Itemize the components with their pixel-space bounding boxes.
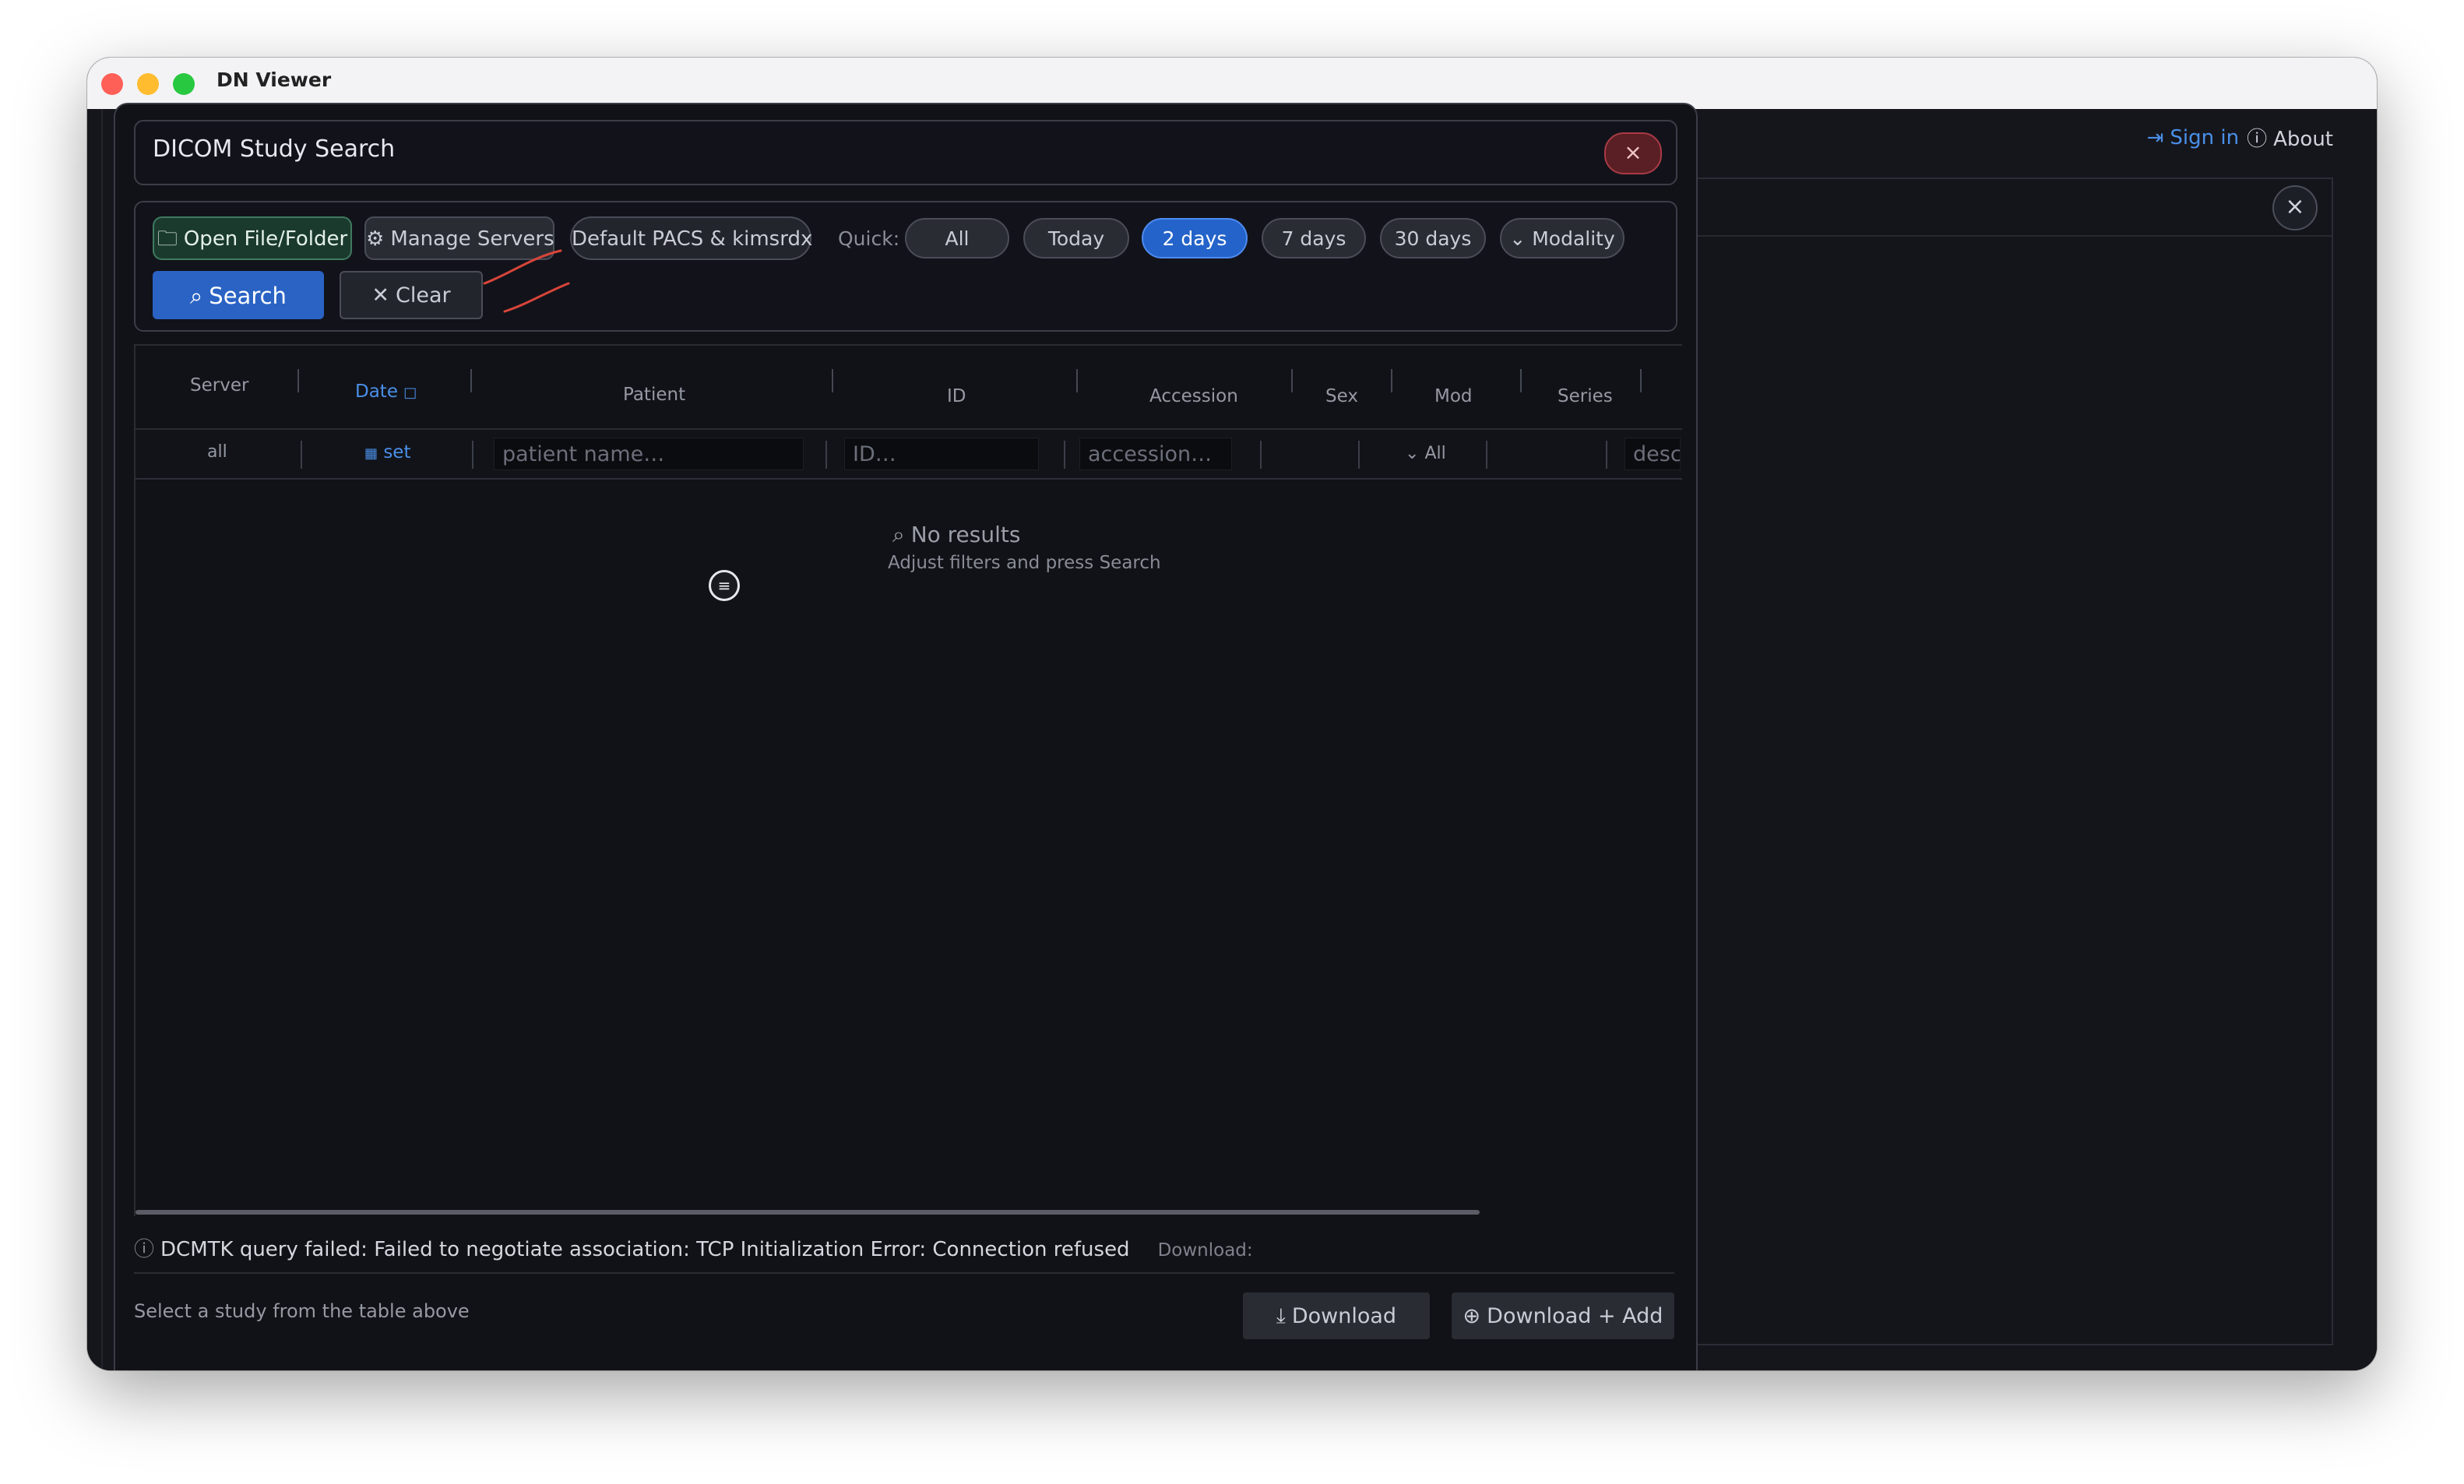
date-filter-button[interactable]: ▦ set (364, 442, 410, 462)
results-table: Server Date □ Patient ID Accession Sex M… (134, 344, 1682, 1216)
column-resizer[interactable] (297, 369, 299, 392)
filter-separator (1064, 441, 1065, 469)
dialog-close-button[interactable]: × (1604, 132, 1662, 174)
filter-separator (1606, 441, 1607, 469)
accession-filter-input[interactable]: accession… (1079, 438, 1232, 470)
about-link[interactable]: ⓘ About (2247, 123, 2333, 152)
filter-separator (825, 441, 827, 469)
info-icon: ⓘ (134, 1238, 155, 1261)
selection-hint: Select a study from the table above (134, 1300, 470, 1322)
description-filter-input[interactable]: desc (1624, 438, 1681, 470)
chevron-down-icon: ⌄ (1405, 444, 1420, 463)
filter-separator (1358, 441, 1360, 469)
modality-filter-select[interactable]: ⌄ All (1405, 444, 1446, 463)
header-date-label: Date (355, 382, 398, 402)
pointer-cursor-icon: ≡ (709, 570, 740, 601)
column-resizer[interactable] (1076, 369, 1078, 392)
no-results-title: No results (910, 522, 1021, 547)
search-toolbar: 🗀 Open File/Folder ⚙ Manage Servers Defaul… (134, 201, 1677, 332)
download-add-button[interactable]: ⊕ Download + Add (1452, 1292, 1674, 1339)
study-search-dialog: DICOM Study Search × 🗀 Open File/Folder ⚙… (114, 103, 1698, 1370)
window-zoom-button[interactable] (173, 73, 195, 95)
info-icon: ⓘ (2247, 128, 2268, 151)
header-sex[interactable]: Sex (1325, 386, 1358, 406)
column-resizer[interactable] (1520, 369, 1522, 392)
sign-in-label: Sign in (2170, 125, 2240, 149)
red-annotation-strokes (483, 249, 570, 313)
dialog-title: DICOM Study Search (153, 135, 396, 163)
header-date[interactable]: Date □ (355, 382, 417, 402)
column-resizer[interactable] (470, 369, 472, 392)
patient-name-filter-input[interactable]: patient name… (494, 438, 804, 470)
status-message: ⓘ DCMTK query failed: Failed to negotiate… (134, 1233, 1253, 1262)
download-add-label: Download + Add (1487, 1304, 1663, 1328)
plus-circle-icon: ⊕ (1463, 1304, 1481, 1328)
app-window: DN Viewer ⇥ Sign in ⓘ About × DICOM Study … (87, 58, 2377, 1370)
app-content: ⇥ Sign in ⓘ About × DICOM Study Search × 🗀… (87, 103, 2377, 1370)
header-mod[interactable]: Mod (1434, 386, 1473, 406)
header-patient[interactable]: Patient (623, 385, 685, 405)
filter-separator (1486, 441, 1487, 469)
sign-in-link[interactable]: ⇥ Sign in (2147, 126, 2239, 149)
column-resizer[interactable] (832, 369, 833, 392)
status-text: DCMTK query failed: Failed to negotiate … (160, 1238, 1130, 1261)
filter-row: all ▦ set patient name… ID… accession… ⌄… (136, 430, 1682, 480)
column-resizer[interactable] (1291, 369, 1293, 392)
download-label: Download (1291, 1304, 1397, 1328)
filter-separator (301, 441, 302, 469)
window-title: DN Viewer (216, 69, 332, 91)
background-panel-header: × (1676, 179, 2332, 237)
date-filter-label: set (383, 442, 411, 462)
filter-separator (1260, 441, 1262, 469)
mod-filter-label: All (1424, 444, 1446, 463)
download-icon: ⤓ (1276, 1304, 1286, 1328)
background-edge (101, 109, 103, 1370)
download-status-label: Download: (1157, 1240, 1253, 1261)
download-button[interactable]: ⤓ Download (1243, 1292, 1430, 1339)
header-accession[interactable]: Accession (1149, 386, 1238, 406)
search-icon: ⌕ (892, 522, 905, 547)
header-server[interactable]: Server (190, 375, 248, 396)
background-panel: × (1674, 178, 2333, 1345)
header-id[interactable]: ID (947, 386, 966, 406)
calendar-icon: ▦ (364, 445, 378, 462)
footer-divider (134, 1272, 1674, 1274)
column-resizer[interactable] (1640, 369, 1642, 392)
close-icon: × (1624, 139, 1642, 165)
header-series[interactable]: Series (1558, 386, 1613, 406)
top-right-links: ⇥ Sign in ⓘ About (2147, 123, 2333, 152)
horizontal-scrollbar[interactable] (136, 1210, 1480, 1215)
sign-in-icon: ⇥ (2146, 125, 2164, 149)
sort-icon: □ (403, 385, 417, 401)
table-header: Server Date □ Patient ID Accession Sex M… (136, 344, 1682, 430)
window-close-button[interactable] (101, 73, 123, 95)
no-results-subtitle: Adjust filters and press Search (888, 553, 1161, 573)
column-resizer[interactable] (1391, 369, 1392, 392)
window-minimize-button[interactable] (137, 73, 159, 95)
server-filter[interactable]: all (207, 442, 227, 462)
about-label: About (2273, 128, 2333, 151)
filter-separator (472, 441, 473, 469)
background-close-button[interactable]: × (2272, 185, 2318, 230)
id-filter-input[interactable]: ID… (844, 438, 1039, 470)
dialog-header: DICOM Study Search × (134, 120, 1677, 185)
title-bar: DN Viewer (87, 58, 2377, 110)
no-results-message: ⌕ No results (892, 522, 1020, 548)
